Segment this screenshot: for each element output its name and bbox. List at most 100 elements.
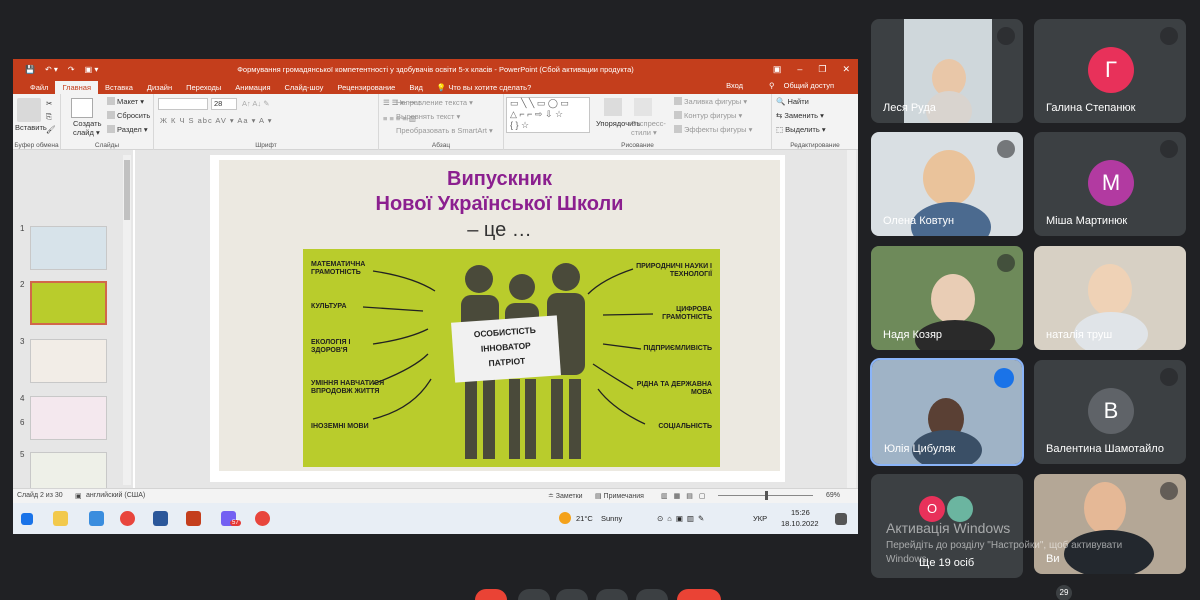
tab-file[interactable]: Файл bbox=[23, 81, 55, 94]
tab-transitions[interactable]: Переходы bbox=[179, 81, 228, 94]
format-painter-icon[interactable]: 🖌 bbox=[46, 125, 56, 134]
shape-fill-button[interactable]: Заливка фигуры ▾ bbox=[674, 97, 747, 106]
quick-styles-button[interactable]: Экспресс-стили ▾ bbox=[631, 119, 666, 137]
computer-icon[interactable] bbox=[89, 511, 104, 526]
slide-thumb-2[interactable] bbox=[30, 281, 107, 325]
login-link[interactable]: Вход bbox=[719, 79, 750, 92]
notes-button[interactable]: ≐ Заметки bbox=[548, 492, 583, 500]
copy-icon[interactable]: ⎘ bbox=[46, 112, 52, 122]
avatar: О bbox=[919, 496, 945, 522]
participant-tile-speaking[interactable]: Юлія Цибуляк bbox=[870, 358, 1024, 466]
paste-button[interactable]: Вставить bbox=[15, 123, 47, 132]
new-slide-button[interactable]: Создать слайд ▾ bbox=[73, 119, 105, 137]
word-icon[interactable] bbox=[153, 511, 168, 526]
leave-call-button[interactable] bbox=[677, 589, 721, 600]
new-slide-icon[interactable] bbox=[71, 98, 93, 118]
tray-icons[interactable]: ⊙⌂▣▥✎ bbox=[657, 514, 708, 523]
restore-button[interactable]: ❐ bbox=[818, 64, 826, 75]
file-explorer-icon[interactable] bbox=[53, 511, 68, 526]
mic-button[interactable] bbox=[475, 589, 507, 600]
participant-tile[interactable]: Г Галина Степанюк bbox=[1034, 19, 1186, 123]
redo-icon[interactable]: ↷ bbox=[68, 65, 75, 74]
share-button[interactable]: ⚲ Общий доступ bbox=[762, 79, 848, 92]
tab-slideshow[interactable]: Слайд-шоу bbox=[278, 81, 331, 94]
zoom-thumb[interactable] bbox=[765, 491, 768, 500]
reset-button[interactable]: Сбросить bbox=[107, 111, 150, 120]
paste-icon[interactable] bbox=[17, 98, 41, 122]
zoom-level[interactable]: 69% bbox=[826, 492, 840, 499]
tab-home[interactable]: Главная bbox=[55, 81, 98, 94]
spellcheck-icon[interactable]: ▣ bbox=[75, 492, 82, 500]
participant-tile[interactable]: В Валентина Шамотайло bbox=[1034, 360, 1186, 464]
shape-outline-button[interactable]: Контур фигуры ▾ bbox=[674, 111, 742, 120]
smartart-button[interactable]: Преобразовать в SmartArt ▾ bbox=[396, 126, 493, 135]
slide-scrollbar[interactable] bbox=[847, 150, 856, 488]
align-text-button[interactable]: Выровнять текст ▾ bbox=[396, 112, 460, 121]
comments-button[interactable]: ▤ Примечания bbox=[595, 492, 644, 500]
participant-tile[interactable]: Леся Руда bbox=[871, 19, 1023, 123]
language-indicator[interactable]: английский (США) bbox=[86, 492, 145, 499]
close-button[interactable]: ✕ bbox=[842, 64, 850, 75]
present-button[interactable] bbox=[596, 589, 628, 600]
undo-icon[interactable]: ↶ ▾ bbox=[45, 65, 58, 74]
windows-start-icon[interactable] bbox=[21, 513, 33, 525]
slide-thumb-3[interactable] bbox=[30, 339, 107, 383]
text-direction-button[interactable]: Направление текста ▾ bbox=[396, 98, 473, 107]
find-button[interactable]: 🔍 Найти bbox=[776, 97, 809, 106]
notifications-icon[interactable] bbox=[835, 513, 847, 525]
section-label: Раздел ▾ bbox=[117, 125, 148, 134]
more-options-button[interactable] bbox=[636, 589, 668, 600]
cut-icon[interactable]: ✂ bbox=[46, 99, 52, 108]
present-icon[interactable]: ▣ ▾ bbox=[85, 65, 99, 74]
font-format-buttons[interactable]: Ж К Ч S abc AV ▾ Aa ▾ A ▾ bbox=[160, 116, 273, 125]
tab-animations[interactable]: Анимация bbox=[228, 81, 277, 94]
scroll-thumb[interactable] bbox=[124, 160, 130, 220]
arrange-icon[interactable] bbox=[604, 98, 622, 116]
participant-tile[interactable]: Олена Ковтун bbox=[871, 132, 1023, 236]
replace-button[interactable]: ⇆ Заменить ▾ bbox=[776, 111, 824, 120]
tab-design[interactable]: Дизайн bbox=[140, 81, 179, 94]
mic-muted-icon bbox=[1160, 482, 1178, 500]
tab-review[interactable]: Рецензирование bbox=[330, 81, 402, 94]
drawing-group: ▭ ╲ ╲ ▭ ◯ ▭ △ ⌐ ⌐ ⇨ ⇩ ☆{ } ☆ Упорядочить … bbox=[504, 94, 772, 150]
save-icon[interactable]: 💾 bbox=[25, 65, 35, 74]
tab-view[interactable]: Вид bbox=[402, 81, 430, 94]
clock-time[interactable]: 15:26 bbox=[791, 508, 810, 517]
font-size-select[interactable]: 28 bbox=[211, 98, 237, 110]
shape-effects-button[interactable]: Эффекты фигуры ▾ bbox=[674, 125, 752, 134]
select-button[interactable]: ⬚ Выделить ▾ bbox=[776, 125, 826, 134]
tab-insert[interactable]: Вставка bbox=[98, 81, 140, 94]
layout-button[interactable]: Макет ▾ bbox=[107, 97, 144, 106]
minimize-button[interactable]: – bbox=[797, 64, 802, 75]
section-button[interactable]: Раздел ▾ bbox=[107, 125, 148, 134]
arrows bbox=[362, 268, 654, 425]
participant-tile[interactable]: наталія труш bbox=[1034, 246, 1186, 350]
powerpoint-icon[interactable] bbox=[186, 511, 201, 526]
clipboard-group-label: Буфер обмена bbox=[14, 142, 59, 149]
captions-button[interactable] bbox=[556, 589, 588, 600]
view-buttons[interactable]: ▥▦▤▢ bbox=[661, 492, 711, 500]
shapes-gallery[interactable]: ▭ ╲ ╲ ▭ ◯ ▭ △ ⌐ ⌐ ⇨ ⇩ ☆{ } ☆ bbox=[506, 97, 590, 133]
reset-label: Сбросить bbox=[117, 111, 151, 120]
clock-date[interactable]: 18.10.2022 bbox=[781, 519, 819, 528]
weather-icon[interactable] bbox=[559, 512, 571, 524]
participant-tile[interactable]: М Міша Мартинюк bbox=[1034, 132, 1186, 236]
chrome-profile-icon[interactable] bbox=[255, 511, 270, 526]
label-languages: ІНОЗЕМНІ МОВИ bbox=[311, 423, 369, 430]
face bbox=[931, 274, 975, 324]
slide[interactable]: Випускник Нової Української Школи – це … bbox=[219, 160, 780, 471]
slide-thumb-1[interactable] bbox=[30, 226, 107, 270]
font-size-buttons[interactable]: A↑ A↓ ✎ bbox=[242, 99, 270, 108]
chrome-icon[interactable] bbox=[120, 511, 135, 526]
ribbon-display-icon[interactable]: ▣ bbox=[773, 64, 782, 75]
camera-button[interactable] bbox=[518, 589, 550, 600]
label-entrepreneurship: ПІДПРИЄМЛИВІСТЬ bbox=[643, 345, 712, 352]
participant-tile[interactable]: Надя Козяр bbox=[871, 246, 1023, 350]
font-name-select[interactable] bbox=[158, 98, 208, 110]
thumb-number: 5 bbox=[20, 450, 25, 459]
input-language[interactable]: УКР bbox=[753, 514, 767, 523]
tell-me-input[interactable]: 💡 Что вы хотите сделать? bbox=[430, 81, 538, 94]
quick-styles-icon[interactable] bbox=[634, 98, 652, 116]
slide-thumb-4[interactable] bbox=[30, 396, 107, 440]
thumbs-scrollbar[interactable] bbox=[123, 155, 131, 485]
